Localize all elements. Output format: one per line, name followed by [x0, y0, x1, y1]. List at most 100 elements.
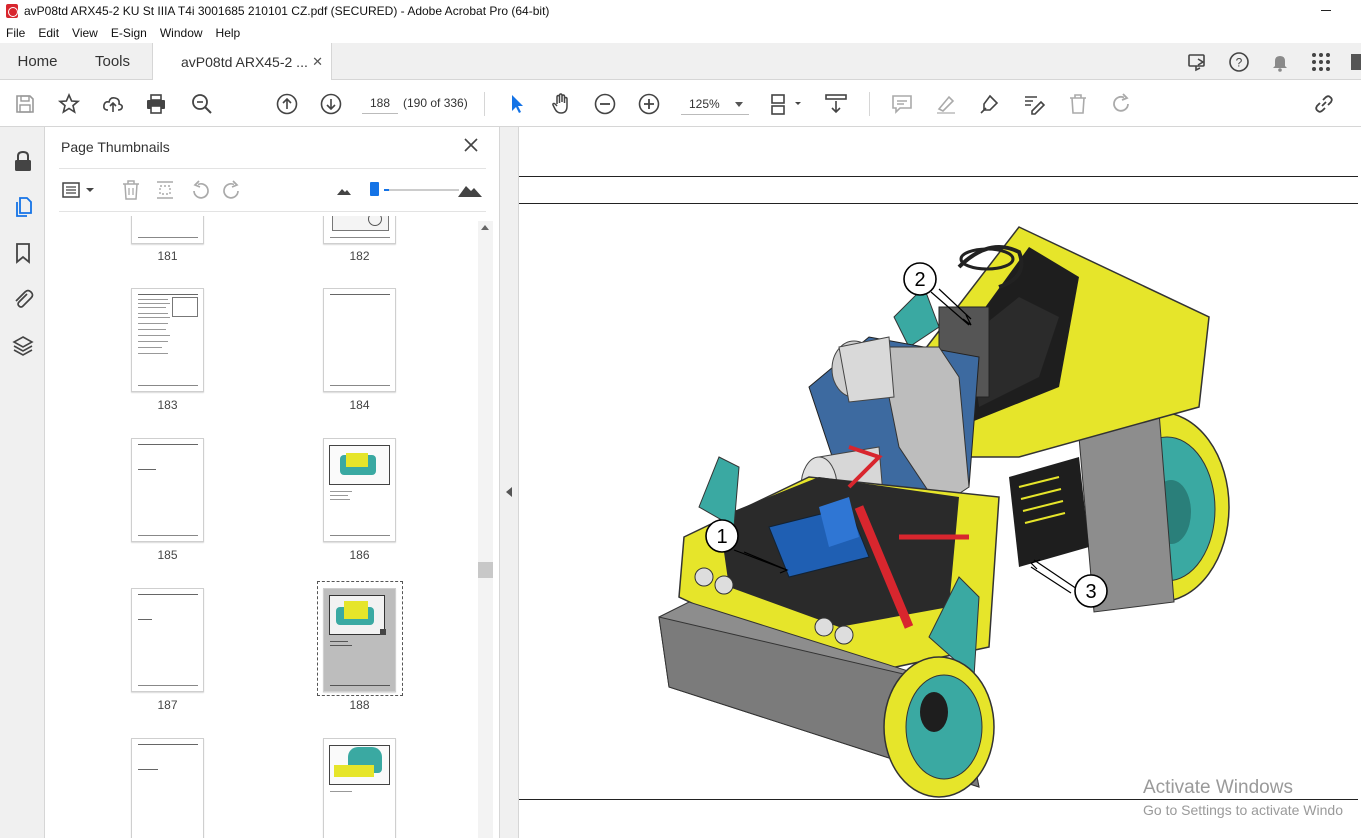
toolbar-divider [484, 92, 485, 116]
page-thumbnail-label: 188 [349, 698, 370, 712]
page-thumbnail[interactable] [131, 438, 204, 542]
panel-title: Page Thumbnails [61, 139, 170, 155]
zoom-in-icon[interactable] [637, 92, 661, 116]
activate-windows-title: Activate Windows [1143, 777, 1293, 798]
page-thumbnail[interactable] [131, 216, 204, 244]
next-page-icon[interactable] [319, 92, 343, 116]
page-thumbnail-label: 187 [157, 698, 178, 712]
tab-document[interactable]: avP08td ARX45-2 ... ✕ [152, 43, 332, 81]
page-thumbnail-label: 185 [157, 548, 178, 562]
save-icon[interactable] [13, 92, 37, 116]
thumbnail-size-slider[interactable] [384, 189, 459, 191]
minimize-icon[interactable] [1319, 2, 1333, 16]
left-navigation-rail [0, 127, 45, 838]
thumbnail-options-icon[interactable] [61, 179, 95, 201]
page-thumbnails-icon[interactable] [11, 195, 35, 219]
menu-file[interactable]: File [6, 26, 25, 40]
menu-help[interactable]: Help [216, 26, 241, 40]
page-thumbnail[interactable] [131, 738, 204, 838]
thumbnail-scrollbar[interactable] [478, 221, 493, 838]
page-thumbnails-panel: Page Thumbnails 181 182 183 184 185 186 … [45, 127, 500, 838]
page-thumbnail[interactable] [323, 216, 396, 244]
callout-1: 1 [716, 526, 727, 548]
tab-tools[interactable]: Tools [75, 43, 150, 80]
header-rule [519, 176, 1358, 177]
lock-icon[interactable] [11, 149, 35, 173]
print-icon[interactable] [144, 92, 168, 116]
callout-2: 2 [914, 269, 925, 291]
small-mountain-icon[interactable] [336, 179, 352, 201]
title-bar: avP08td ARX45-2 KU St IIIA T4i 3001685 2… [0, 0, 1361, 22]
page-thumbnail[interactable] [323, 738, 396, 838]
page-number-input[interactable] [362, 92, 398, 114]
bookmark-icon[interactable] [11, 241, 35, 265]
zoom-out-icon[interactable] [593, 92, 617, 116]
large-mountain-icon[interactable] [457, 179, 483, 201]
menu-edit[interactable]: Edit [38, 26, 59, 40]
window-title: avP08td ARX45-2 KU St IIIA T4i 3001685 2… [24, 4, 550, 18]
activate-windows-subtitle: Go to Settings to activate Windo [1143, 802, 1343, 818]
attachment-icon[interactable] [11, 287, 35, 311]
rotate-left-icon[interactable] [189, 179, 211, 201]
highlight-pen-icon[interactable] [934, 92, 958, 116]
thumbnail-size-slider-handle[interactable] [370, 182, 379, 196]
share-screen-icon[interactable] [1187, 51, 1209, 73]
document-view[interactable]: 1 2 3 Activate Windows Go to Settings to… [519, 127, 1361, 838]
delete-icon[interactable] [1066, 92, 1090, 116]
layers-icon[interactable] [11, 334, 35, 358]
rotate-right-icon[interactable] [221, 179, 243, 201]
page-thumbnail-label: 183 [157, 398, 178, 412]
select-cursor-icon[interactable] [505, 92, 529, 116]
header-rule [519, 203, 1358, 204]
zoom-search-icon[interactable] [190, 92, 214, 116]
scrollbar-thumb[interactable] [478, 562, 493, 578]
bell-icon[interactable] [1269, 51, 1291, 73]
menu-view[interactable]: View [72, 26, 98, 40]
page-thumbnail[interactable] [131, 588, 204, 692]
zoom-level-select[interactable]: 125% [681, 93, 749, 115]
thumbnail-list: 181 182 183 184 185 186 187 188 [59, 216, 479, 838]
panel-collapse-handle[interactable] [500, 127, 519, 838]
page-thumbnail[interactable] [131, 288, 204, 392]
comment-icon[interactable] [890, 92, 914, 116]
page-thumbnail-label: 181 [157, 249, 178, 263]
page-count: (190 of 336) [403, 96, 468, 110]
redo-icon[interactable] [1110, 92, 1134, 116]
toolbar-divider [869, 92, 870, 116]
toolbar: (190 of 336) 125% [0, 80, 1361, 127]
page-thumbnail[interactable] [323, 438, 396, 542]
edit-text-icon[interactable] [1022, 92, 1046, 116]
tab-home[interactable]: Home [0, 43, 75, 80]
draw-pen-icon[interactable] [978, 92, 1002, 116]
callout-3: 3 [1085, 581, 1096, 603]
page-thumbnail-label: 182 [349, 249, 370, 263]
menu-bar: File Edit View E-Sign Window Help [0, 22, 1361, 43]
apps-grid-icon[interactable] [1310, 51, 1332, 73]
chevron-left-icon [506, 487, 512, 497]
help-icon[interactable]: ? [1228, 51, 1250, 73]
chevron-down-icon [735, 102, 743, 107]
star-icon[interactable] [57, 92, 81, 116]
close-tab-icon[interactable]: ✕ [312, 54, 323, 70]
scroll-mode-icon[interactable] [824, 92, 848, 116]
page-thumbnail[interactable] [323, 288, 396, 392]
thumbnail-toolbar [59, 168, 486, 212]
account-icon[interactable] [1351, 51, 1361, 73]
menu-esign[interactable]: E-Sign [111, 26, 147, 40]
page-display-icon[interactable] [769, 92, 803, 116]
close-panel-icon[interactable] [463, 137, 479, 153]
prev-page-icon[interactable] [275, 92, 299, 116]
menu-window[interactable]: Window [160, 26, 203, 40]
tab-document-label: avP08td ARX45-2 ... [181, 54, 308, 70]
acrobat-icon [6, 4, 18, 18]
link-icon[interactable] [1312, 92, 1336, 116]
machine-illustration: 1 2 3 [658, 226, 1230, 798]
delete-page-icon[interactable] [120, 179, 142, 201]
page-thumbnail-label: 184 [349, 398, 370, 412]
upload-cloud-icon[interactable] [101, 92, 125, 116]
page-thumbnail-selected[interactable] [323, 588, 396, 692]
extract-page-icon[interactable] [154, 179, 176, 201]
hand-tool-icon[interactable] [549, 92, 573, 116]
scroll-up-icon[interactable] [481, 225, 489, 230]
tab-bar: Home Tools avP08td ARX45-2 ... ✕ ? [0, 43, 1361, 81]
